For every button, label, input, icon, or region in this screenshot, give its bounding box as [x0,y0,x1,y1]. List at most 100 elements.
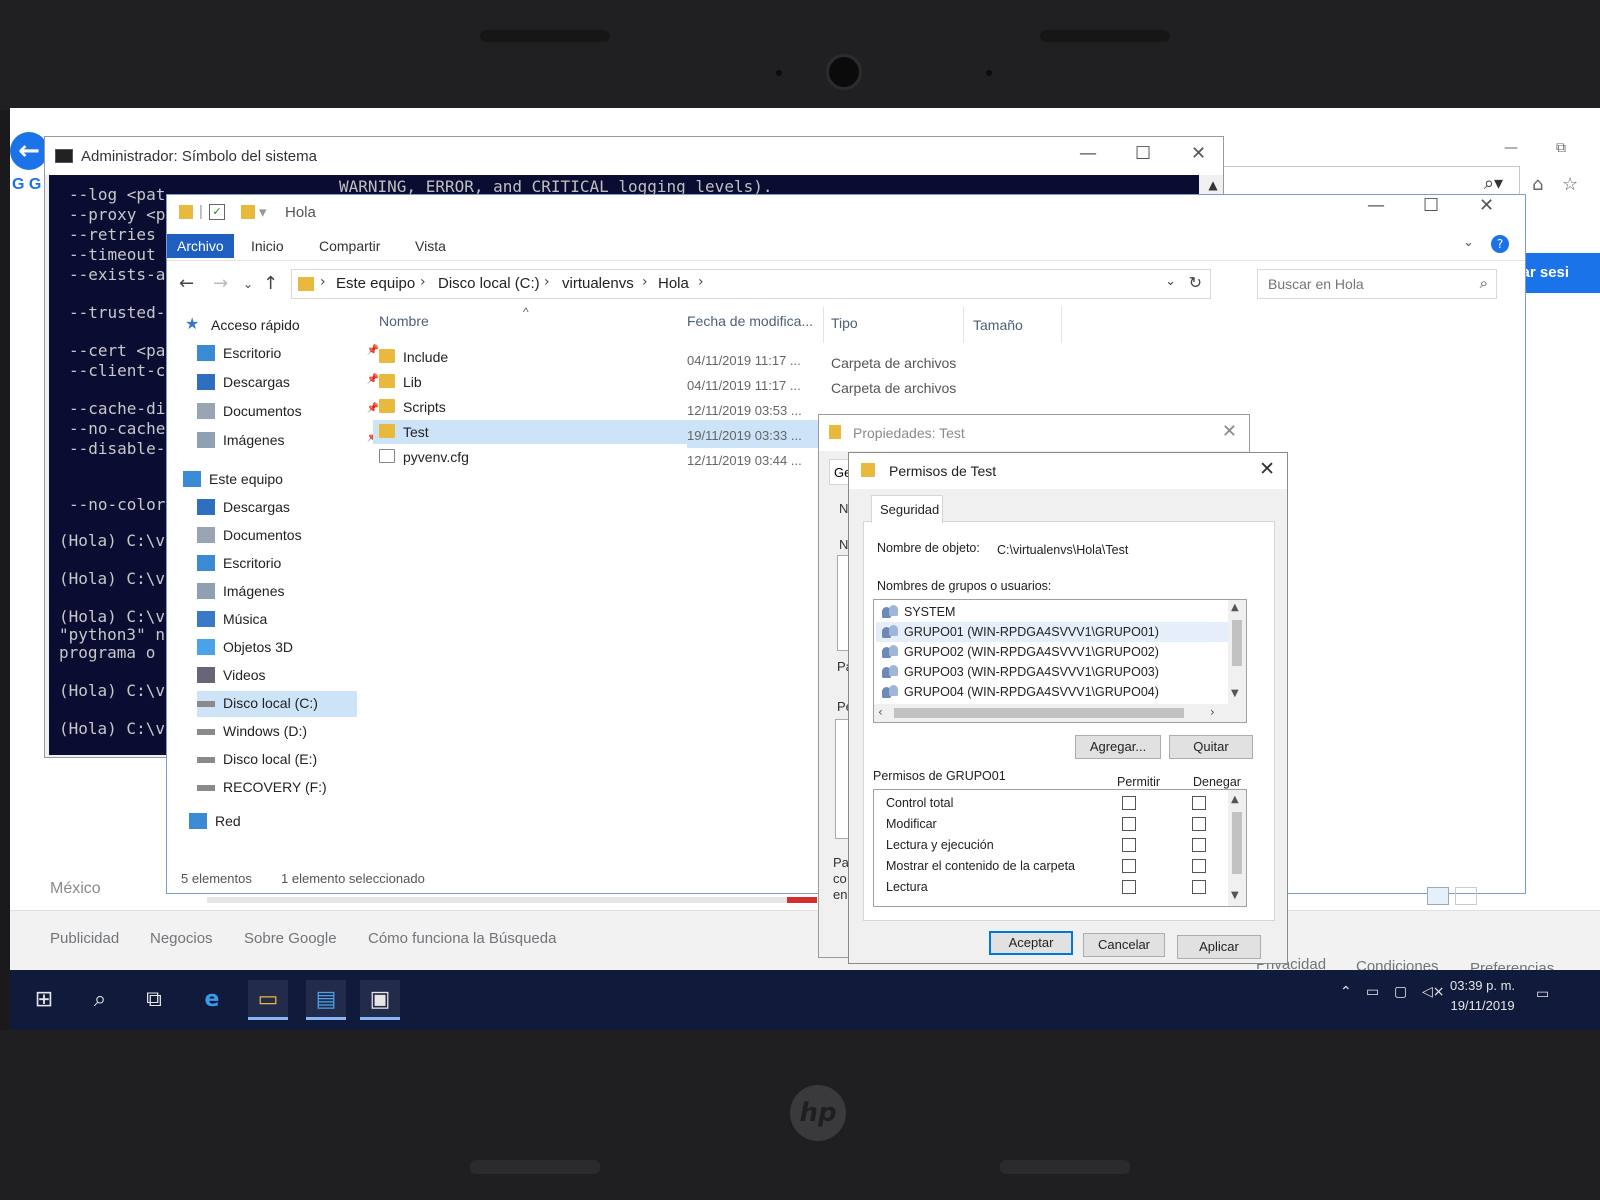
permissions-titlebar[interactable]: Permisos de Test ✕ [849,453,1287,489]
back-icon[interactable]: ← [179,273,194,294]
ok-button[interactable]: Aceptar [989,931,1073,955]
nav-pc-9[interactable]: Disco local (E:) [197,747,357,773]
recent-locations-icon[interactable]: ⌄ [243,277,253,291]
footer-link-sobre-google[interactable]: Sobre Google [244,930,337,947]
nav-pc-5[interactable]: Objetos 3D [197,635,357,661]
breadcrumb-hola[interactable]: Hola [658,275,689,292]
deny-checkbox[interactable] [1192,859,1206,873]
nav-quick-3[interactable]: Imágenes📌 [197,428,387,454]
nav-pc-3[interactable]: Imágenes [197,579,357,605]
notifications-icon[interactable]: ▭ [1536,986,1549,1002]
user-row[interactable]: GRUPO02 (WIN-RPDGA4SVVV1\GRUPO02) [876,642,1228,662]
refresh-icon[interactable]: ↻ [1189,273,1202,292]
allow-checkbox[interactable] [1122,796,1136,810]
nav-pc-1[interactable]: Documentos [197,523,357,549]
allow-checkbox[interactable] [1122,880,1136,894]
network-icon[interactable]: ▢ [1394,984,1407,1000]
column-header-tipo[interactable]: Tipo [831,315,858,331]
column-divider[interactable] [1061,307,1062,343]
column-header-tamano[interactable]: Tamaño [973,317,1023,333]
windows-start-icon[interactable]: ⊞ [24,980,64,1020]
chevron-down-icon[interactable]: ⌄ [1165,274,1176,289]
user-row[interactable]: GRUPO04 (WIN-RPDGA4SVVV1\GRUPO04) [876,682,1228,702]
users-list[interactable]: SYSTEM GRUPO01 (WIN-RPDGA4SVVV1\GRUPO01) G… [873,599,1247,723]
tab-archivo[interactable]: Archivo [167,234,234,258]
column-header-nombre[interactable]: Nombre [379,313,429,329]
deny-checkbox[interactable] [1192,838,1206,852]
user-row[interactable]: SYSTEM [876,602,1228,622]
scroll-up-icon[interactable]: ▲ [1203,175,1223,195]
footer-link-negocios[interactable]: Negocios [150,930,213,947]
deny-checkbox[interactable] [1192,796,1206,810]
details-view-icon[interactable] [1427,887,1449,905]
scroll-up-icon[interactable]: ▲ [1231,602,1239,613]
search-input[interactable] [1258,270,1468,298]
tab-vista[interactable]: Vista [405,234,456,258]
edge-icon[interactable]: e [192,980,232,1020]
nav-pc-8[interactable]: Windows (D:) [197,719,357,745]
explorer-icon[interactable]: ▭ [248,980,288,1020]
tab-seguridad[interactable]: Seguridad [871,495,943,523]
nav-pc-0[interactable]: Descargas [197,495,357,521]
star-icon[interactable]: ☆ [1562,174,1578,195]
allow-checkbox[interactable] [1122,838,1136,852]
volume-muted-icon[interactable]: ◁× [1422,984,1445,1000]
deny-checkbox[interactable] [1192,880,1206,894]
customize-toolbar-icon[interactable]: ▾ [259,203,267,221]
maximize-icon[interactable]: ☐ [1135,143,1151,164]
maximize-icon[interactable]: ☐ [1423,195,1439,216]
column-divider[interactable] [963,307,964,343]
nav-este-equipo[interactable]: Este equipo [183,467,373,493]
search-icon[interactable]: ⌕▾ [1484,173,1503,194]
user-row[interactable]: GRUPO03 (WIN-RPDGA4SVVV1\GRUPO03) [876,662,1228,682]
nav-pc-10[interactable]: RECOVERY (F:) [197,775,357,801]
breadcrumb-virtualenvs[interactable]: virtualenvs [562,275,634,292]
close-icon[interactable]: ✕ [1191,143,1206,164]
scroll-down-icon[interactable]: ▼ [1231,688,1239,699]
tab-inicio[interactable]: Inicio [241,234,294,258]
restore-icon[interactable]: ⧉ [1556,140,1566,156]
search-icon[interactable]: ⌕ [80,980,120,1020]
battery-icon[interactable]: ▭ [1366,984,1379,1000]
cmd-titlebar[interactable]: Administrador: Símbolo del sistema — ☐ ✕ [45,137,1223,175]
scroll-left-icon[interactable]: ‹ [878,705,883,719]
close-icon[interactable]: ✕ [1259,458,1275,480]
task-view-icon[interactable]: ⧉ [134,980,174,1020]
nav-acceso-rapido[interactable]: ★ Acceso rápido [185,313,375,339]
clock[interactable]: 03:39 p. m. 19/11/2019 [1450,976,1515,1016]
search-box[interactable]: ⌕ [1257,269,1497,299]
footer-link-publicidad[interactable]: Publicidad [50,930,119,947]
minimize-icon[interactable]: — [1079,143,1097,164]
forward-icon[interactable]: → [213,273,228,294]
cmd-icon[interactable]: ▣ [360,980,400,1020]
allow-checkbox[interactable] [1122,817,1136,831]
scroll-thumb[interactable] [894,708,1184,718]
show-hidden-icons-icon[interactable]: ⌃ [1340,984,1352,1000]
minimize-icon[interactable]: — [1504,140,1518,156]
allow-checkbox[interactable] [1122,859,1136,873]
help-icon[interactable]: ? [1491,235,1509,253]
up-icon[interactable]: ↑ [263,273,278,294]
vertical-scrollbar[interactable]: ▲ ▼ [1228,790,1246,906]
nav-pc-2[interactable]: Escritorio [197,551,357,577]
breadcrumb-disco-local[interactable]: Disco local (C:) [438,275,540,292]
nav-pc-4[interactable]: Música [197,607,357,633]
remove-button[interactable]: Quitar [1169,735,1253,759]
close-icon[interactable]: ✕ [1222,421,1237,442]
horizontal-scrollbar[interactable] [207,897,787,903]
large-icons-view-icon[interactable] [1455,887,1477,905]
column-header-fecha[interactable]: Fecha de modifica... [687,313,813,329]
ribbon-expand-icon[interactable]: ⌄ [1463,235,1474,250]
add-button[interactable]: Agregar... [1075,735,1161,759]
scroll-thumb[interactable] [1232,620,1242,666]
new-folder-icon[interactable] [241,205,255,219]
close-icon[interactable]: ✕ [1479,195,1494,216]
nav-quick-2[interactable]: Documentos 📌 [197,399,387,425]
properties-icon[interactable]: ✓ [209,204,225,220]
nav-red[interactable]: Red [189,809,379,835]
user-row[interactable]: GRUPO01 (WIN-RPDGA4SVVV1\GRUPO01) [876,622,1228,642]
nav-pc-7[interactable]: Disco local (C:) [197,691,357,717]
scroll-right-icon[interactable]: › [1210,705,1215,719]
nav-quick-0[interactable]: Escritorio 📌 [197,341,387,367]
cancel-button[interactable]: Cancelar [1083,933,1165,957]
